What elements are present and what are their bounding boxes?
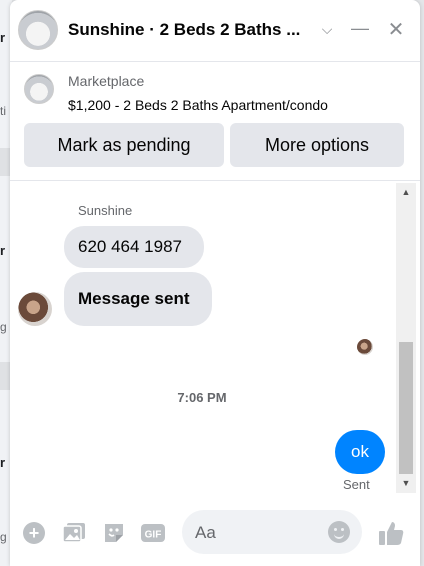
photo-icon[interactable]	[61, 520, 87, 546]
message-input-placeholder: Aa	[195, 523, 216, 542]
listing-thumbnail[interactable]	[24, 74, 54, 104]
scroll-down-arrow[interactable]: ▼	[396, 478, 416, 488]
background-text: g	[0, 530, 7, 544]
marketplace-label: Marketplace	[68, 73, 145, 89]
message-bubble-incoming[interactable]: 620 464 1987	[64, 226, 204, 268]
message-text: Message sent	[78, 289, 190, 308]
minimize-icon[interactable]: —	[349, 18, 371, 39]
message-input[interactable]: Aa	[182, 510, 362, 554]
message-bubble-incoming[interactable]: Message sent	[64, 272, 212, 326]
more-options-button[interactable]: More options	[230, 123, 404, 167]
message-text: 620 464 1987	[78, 237, 182, 256]
delivery-status: Sent	[343, 477, 370, 492]
background-text: r	[0, 243, 6, 258]
house-icon[interactable]	[18, 10, 58, 50]
close-icon[interactable]: ✕	[385, 17, 407, 42]
chat-header[interactable]: Sunshine · 2 Beds 2 Baths ... ⌵ — ✕	[10, 0, 420, 62]
gif-icon[interactable]: GIF	[140, 520, 166, 546]
gif-label: GIF	[145, 530, 162, 541]
plus-icon[interactable]: +	[21, 520, 47, 546]
mark-as-pending-button[interactable]: Mark as pending	[24, 123, 224, 167]
chat-title[interactable]: Sunshine · 2 Beds 2 Baths ...	[68, 20, 300, 40]
scroll-up-arrow[interactable]: ▲	[396, 187, 416, 197]
message-bubble-outgoing[interactable]: ok	[335, 430, 385, 474]
message-text: ok	[351, 442, 369, 461]
divider	[10, 180, 420, 181]
background-text: ti	[0, 104, 6, 118]
background-text: g	[0, 320, 7, 334]
background-text: r	[0, 455, 6, 470]
thumbs-up-icon[interactable]	[376, 518, 406, 548]
chevron-down-icon[interactable]: ⌵	[316, 21, 338, 38]
sticker-icon[interactable]	[101, 520, 127, 546]
timestamp: 7:06 PM	[177, 390, 227, 405]
chat-window: Sunshine · 2 Beds 2 Baths ... ⌵ — ✕ Mark…	[10, 0, 420, 566]
sender-name: Sunshine	[78, 203, 133, 218]
scrollbar-thumb[interactable]	[399, 342, 413, 474]
emoji-icon[interactable]	[328, 521, 350, 543]
avatar[interactable]	[18, 292, 52, 326]
background-text: r	[0, 30, 6, 45]
listing-title[interactable]: $1,200 - 2 Beds 2 Baths Apartment/condo	[68, 97, 328, 113]
seen-avatar	[357, 339, 373, 355]
